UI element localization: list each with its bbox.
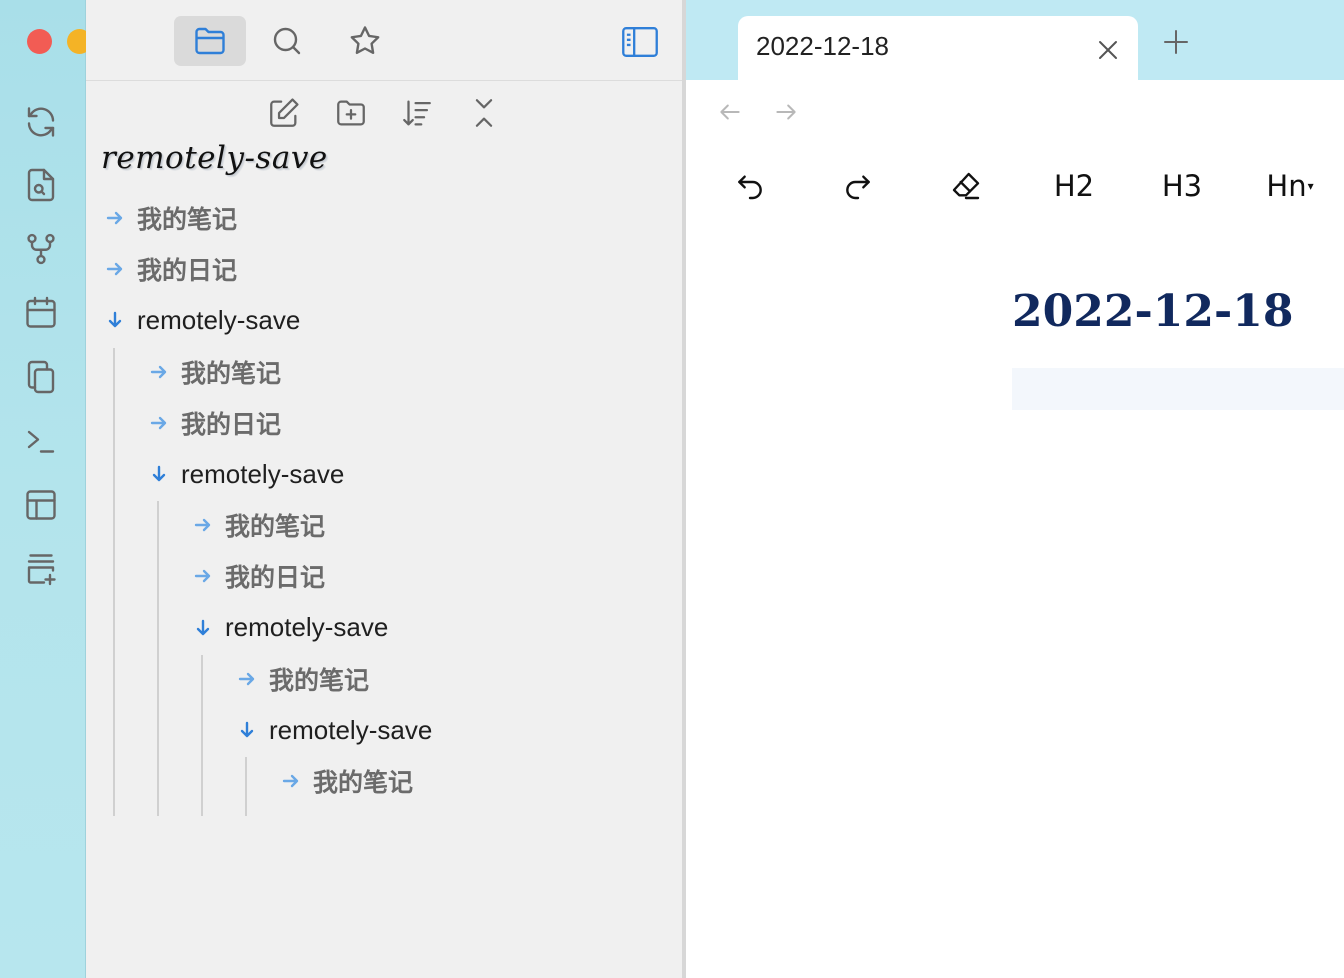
- tab-bar: 2022-12-18: [686, 0, 1344, 86]
- tree-file[interactable]: 我的日记: [103, 247, 237, 291]
- tree-item-label: remotely-save: [181, 458, 345, 489]
- tree-item-label: remotely-save: [269, 714, 433, 745]
- plus-icon: [1164, 30, 1188, 54]
- back-button[interactable]: [712, 94, 748, 130]
- heading-2-button[interactable]: H2: [1046, 164, 1102, 208]
- indent-guide: [157, 501, 159, 817]
- indent-guide: [113, 347, 115, 817]
- new-folder-icon: [337, 100, 365, 126]
- tree-item-label: 我的笔记: [269, 666, 370, 695]
- tree-item-label: remotely-save: [137, 304, 301, 335]
- arrow-right-icon: [103, 206, 127, 230]
- left-ribbon: [0, 0, 132, 978]
- copy-icon[interactable]: [22, 358, 60, 396]
- eraser-icon: [952, 172, 980, 200]
- collapse-all-button[interactable]: [464, 93, 504, 133]
- tree-folder[interactable]: remotely-save: [235, 708, 432, 752]
- editor-active-line[interactable]: [1012, 368, 1344, 410]
- tree-item-label: remotely-save: [225, 612, 389, 643]
- tab-title: 2022-12-18: [756, 31, 889, 61]
- redo-icon: [846, 175, 870, 200]
- close-icon: [1099, 41, 1117, 59]
- navigation-bar: [686, 80, 1344, 144]
- eraser-button[interactable]: [938, 164, 994, 208]
- sidebar-header: [86, 0, 682, 81]
- undo-icon: [738, 175, 762, 200]
- tree-file[interactable]: 我的笔记: [191, 503, 325, 547]
- tree-item-label: 我的日记: [181, 410, 282, 439]
- vault-title: remotely-save: [101, 140, 328, 176]
- arrow-down-icon: [235, 718, 259, 742]
- heading-2-label: H2: [1053, 169, 1095, 203]
- calendar-icon[interactable]: [22, 294, 60, 332]
- tree-folder[interactable]: remotely-save: [191, 606, 388, 650]
- folder-icon: [195, 27, 225, 55]
- search-icon: [273, 27, 301, 55]
- sort-button[interactable]: [397, 93, 437, 133]
- tree-item-label: 我的日记: [137, 257, 238, 286]
- arrow-right-icon: [191, 513, 215, 537]
- tree-file[interactable]: 我的日记: [147, 401, 281, 445]
- window-close-button[interactable]: [27, 29, 52, 54]
- heading-3-button[interactable]: H3: [1154, 164, 1210, 208]
- arrow-right-icon: [147, 360, 171, 384]
- star-icon: [350, 26, 380, 55]
- arrow-down-icon: [147, 462, 171, 486]
- tree-file[interactable]: 我的笔记: [147, 350, 281, 394]
- collapse-all-icon: [475, 99, 493, 127]
- new-note-icon: [270, 98, 299, 127]
- heading-3-label: H3: [1161, 169, 1203, 203]
- sidebar-toggle-icon: [622, 27, 658, 57]
- tree-item-label: 我的笔记: [313, 769, 414, 798]
- arrow-right-icon: [103, 257, 127, 281]
- arrow-right-icon: [235, 667, 259, 691]
- sync-icon[interactable]: [22, 103, 60, 141]
- tree-item-label: 我的日记: [225, 564, 326, 593]
- new-tab-button[interactable]: [1158, 24, 1194, 60]
- file-search-icon[interactable]: [22, 166, 60, 204]
- tab-search[interactable]: [251, 16, 323, 66]
- redo-button[interactable]: [830, 164, 886, 208]
- editor-toolbar: H2 H3 Hn ▾: [686, 144, 1344, 226]
- arrow-right-icon: [279, 769, 303, 793]
- sidebar-toggle-button[interactable]: [616, 24, 664, 60]
- new-note-button[interactable]: [264, 93, 304, 133]
- arrow-down-icon: [191, 616, 215, 640]
- tree-folder[interactable]: remotely-save: [103, 298, 300, 342]
- tab-close-button[interactable]: [1090, 32, 1126, 68]
- add-card-icon[interactable]: [22, 550, 60, 588]
- tree-item-label: 我的笔记: [181, 359, 282, 388]
- arrow-right-icon: [191, 564, 215, 588]
- tree-folder[interactable]: remotely-save: [147, 452, 344, 496]
- tab-files[interactable]: [174, 16, 246, 66]
- new-folder-button[interactable]: [331, 93, 371, 133]
- layout-icon[interactable]: [22, 486, 60, 524]
- undo-button[interactable]: [722, 164, 778, 208]
- tree-file[interactable]: 我的笔记: [235, 657, 369, 701]
- terminal-icon[interactable]: [22, 422, 60, 460]
- graph-icon[interactable]: [22, 230, 60, 268]
- indent-guide: [201, 654, 203, 817]
- caret-down-icon: ▾: [1307, 179, 1314, 193]
- heading-n-dropdown[interactable]: Hn ▾: [1262, 164, 1318, 208]
- arrow-right-icon: [776, 104, 796, 120]
- tree-item-label: 我的笔记: [225, 513, 326, 542]
- forward-button[interactable]: [768, 94, 804, 130]
- tree-file[interactable]: 我的日记: [191, 554, 325, 598]
- arrow-left-icon: [720, 104, 740, 120]
- heading-n-label: Hn: [1266, 169, 1307, 203]
- file-explorer-sidebar: remotely-save 我的笔记 我的日记 remotely-save 我的笔记我…: [86, 0, 682, 978]
- arrow-down-icon: [103, 308, 127, 332]
- arrow-right-icon: [147, 411, 171, 435]
- document-title[interactable]: 2022-12-18: [1012, 286, 1293, 337]
- tab-bookmarks[interactable]: [329, 16, 401, 66]
- indent-guide: [245, 757, 247, 817]
- tree-item-label: 我的笔记: [137, 206, 238, 234]
- sort-icon: [403, 100, 431, 126]
- active-tab[interactable]: 2022-12-18: [738, 16, 1138, 86]
- tree-file[interactable]: 我的笔记: [279, 759, 413, 803]
- tree-file[interactable]: 我的笔记: [103, 196, 237, 240]
